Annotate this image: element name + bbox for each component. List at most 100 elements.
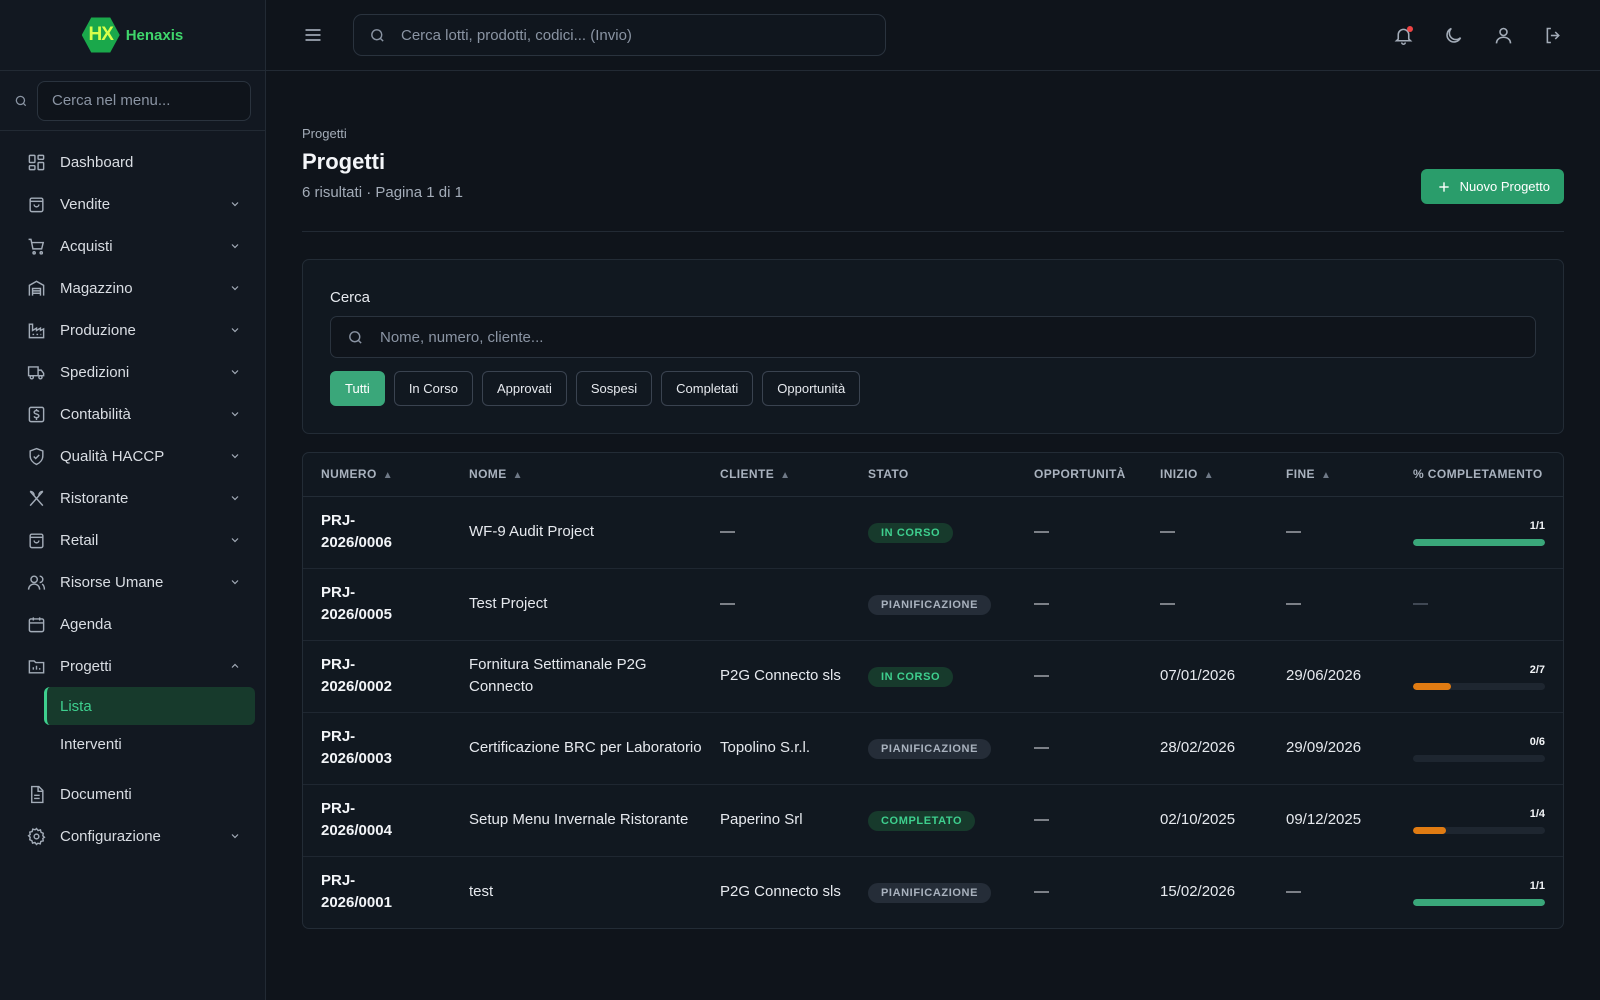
sidebar-item-retail[interactable]: Retail: [0, 519, 265, 561]
sidebar-item-documenti[interactable]: Documenti: [0, 773, 265, 815]
sidebar-item-label: Acquisti: [60, 237, 113, 255]
chevron-down-icon: [229, 534, 241, 546]
column-header-label: % COMPLETAMENTO: [1413, 467, 1543, 482]
table-row[interactable]: PRJ- 2026/0001 test P2G Connecto sls PIA…: [303, 856, 1563, 928]
cell-cliente: —: [702, 496, 850, 569]
cell-opportunita: —: [1016, 640, 1142, 713]
sort-up-icon: ▲: [382, 470, 394, 482]
sidebar-item-label: Documenti: [60, 785, 132, 803]
cell-numero[interactable]: PRJ- 2026/0006: [303, 496, 451, 569]
cell-numero[interactable]: PRJ- 2026/0003: [303, 712, 451, 785]
progress-bar-fill: [1413, 898, 1545, 906]
column-header-cliente[interactable]: CLIENTE ▲: [702, 453, 850, 497]
cell-cliente: P2G Connecto sls: [702, 640, 850, 713]
sidebar-item-spedizioni[interactable]: Spedizioni: [0, 351, 265, 393]
sidebar-item-contabilita[interactable]: Contabilità: [0, 393, 265, 435]
user-icon[interactable]: [1493, 25, 1514, 46]
cell-stato: COMPLETATO: [850, 784, 1016, 857]
table-row[interactable]: PRJ- 2026/0002 Fornitura Settimanale P2G…: [303, 640, 1563, 713]
table-row[interactable]: PRJ- 2026/0006 WF-9 Audit Project — IN C…: [303, 496, 1563, 569]
main-content: Progetti Progetti 6 risultati · Pagina 1…: [302, 71, 1564, 929]
cell-inizio: 02/10/2025: [1142, 784, 1268, 857]
filter-search-input[interactable]: [380, 328, 1280, 346]
cell-numero[interactable]: PRJ- 2026/0002: [303, 640, 451, 713]
shopping-bag-icon: [27, 195, 47, 214]
table-row[interactable]: PRJ- 2026/0003 Certificazione BRC per La…: [303, 712, 1563, 785]
warehouse-icon: [27, 279, 47, 298]
dashboard-icon: [27, 153, 47, 172]
progress-count: 0/6: [1529, 735, 1545, 748]
sidebar-item-label: Qualità HACCP: [60, 447, 165, 465]
cell-completamento: 1/1: [1395, 496, 1563, 569]
filter-chip-opportunita[interactable]: Opportunità: [762, 371, 861, 406]
sidebar-item-label: Agenda: [60, 615, 112, 633]
cell-inizio: 07/01/2026: [1142, 640, 1268, 713]
cell-completamento: —: [1395, 568, 1563, 641]
moon-icon[interactable]: [1443, 25, 1464, 46]
notifications-bell-icon[interactable]: [1393, 25, 1414, 46]
logout-icon[interactable]: [1543, 25, 1564, 46]
sidebar-item-acquisti[interactable]: Acquisti: [0, 225, 265, 267]
shield-icon: [27, 447, 47, 466]
new-project-button[interactable]: Nuovo Progetto: [1420, 169, 1564, 204]
chevron-down-icon: [229, 240, 241, 252]
sidebar-item-label: Progetti: [60, 657, 112, 675]
progress-bar-fill: [1413, 538, 1545, 546]
sidebar: HX Henaxis Dashboard Vendite Acquisti Ma…: [0, 0, 266, 1000]
filter-chip-tutti[interactable]: Tutti: [330, 371, 385, 406]
page-header: Progetti Progetti 6 risultati · Pagina 1…: [302, 71, 1564, 232]
sidebar-item-configurazione[interactable]: Configurazione: [0, 815, 265, 857]
menu-search-input[interactable]: [37, 80, 251, 121]
hamburger-menu-icon[interactable]: [303, 25, 323, 45]
filter-chip-approvati[interactable]: Approvati: [481, 371, 567, 406]
sidebar-item-ristorante[interactable]: Ristorante: [0, 477, 265, 519]
sidebar-item-magazzino[interactable]: Magazzino: [0, 267, 265, 309]
table-row[interactable]: PRJ- 2026/0005 Test Project — PIANIFICAZ…: [303, 568, 1563, 641]
sidebar-item-vendite[interactable]: Vendite: [0, 183, 265, 225]
filter-chip-completati[interactable]: Completati: [661, 371, 754, 406]
column-header-label: NOME: [469, 467, 507, 482]
status-badge: IN CORSO: [868, 523, 954, 543]
cell-fine: —: [1286, 883, 1301, 901]
chevron-down-icon: [229, 576, 241, 588]
gear-icon: [27, 827, 47, 846]
chevron-down-icon: [229, 324, 241, 336]
filter-chip-in-corso[interactable]: In Corso: [393, 371, 473, 406]
column-header-opportunita: OPPORTUNITÀ: [1016, 453, 1142, 497]
progress-bar: [1413, 826, 1545, 834]
chevron-down-icon: [229, 282, 241, 294]
sidebar-subitem-interventi[interactable]: Interventi: [44, 725, 255, 763]
filter-chip-sospesi[interactable]: Sospesi: [575, 371, 653, 406]
cell-numero[interactable]: PRJ- 2026/0004: [303, 784, 451, 857]
breadcrumb[interactable]: Progetti: [302, 126, 347, 141]
cell-inizio: —: [1142, 568, 1268, 641]
cell-cliente: —: [702, 568, 850, 641]
sidebar-subitem-lista[interactable]: Lista: [44, 687, 255, 725]
progress-bar: [1413, 754, 1545, 762]
factory-icon: [27, 321, 47, 340]
global-search-input[interactable]: [401, 26, 861, 44]
column-header-nome[interactable]: NOME ▲: [451, 453, 702, 497]
calendar-icon: [27, 615, 47, 634]
sidebar-item-dashboard[interactable]: Dashboard: [0, 141, 265, 183]
cell-stato: PIANIFICAZIONE: [850, 568, 1016, 641]
sidebar-item-agenda[interactable]: Agenda: [0, 603, 265, 645]
table-row[interactable]: PRJ- 2026/0004 Setup Menu Invernale Rist…: [303, 784, 1563, 857]
sidebar-item-produzione[interactable]: Produzione: [0, 309, 265, 351]
cell-numero[interactable]: PRJ- 2026/0005: [303, 568, 451, 641]
cell-stato: PIANIFICAZIONE: [850, 712, 1016, 785]
sidebar-item-qualita-haccp[interactable]: Qualità HACCP: [0, 435, 265, 477]
brand-logo[interactable]: HX Henaxis: [0, 0, 265, 71]
status-badge: PIANIFICAZIONE: [868, 595, 992, 615]
status-badge: PIANIFICAZIONE: [868, 739, 992, 759]
sidebar-item-risorse-umane[interactable]: Risorse Umane: [0, 561, 265, 603]
sidebar-item-label: Dashboard: [60, 153, 134, 171]
cell-numero[interactable]: PRJ- 2026/0001: [303, 856, 451, 928]
menu-search: [0, 71, 265, 131]
header-actions: [1393, 25, 1564, 46]
column-header-inizio[interactable]: INIZIO ▲: [1142, 453, 1268, 497]
progress-count: 1/1: [1529, 879, 1545, 892]
sidebar-item-progetti[interactable]: Progetti: [0, 645, 265, 687]
column-header-numero[interactable]: NUMERO ▲: [303, 453, 451, 497]
column-header-fine[interactable]: FINE ▲: [1268, 453, 1395, 497]
